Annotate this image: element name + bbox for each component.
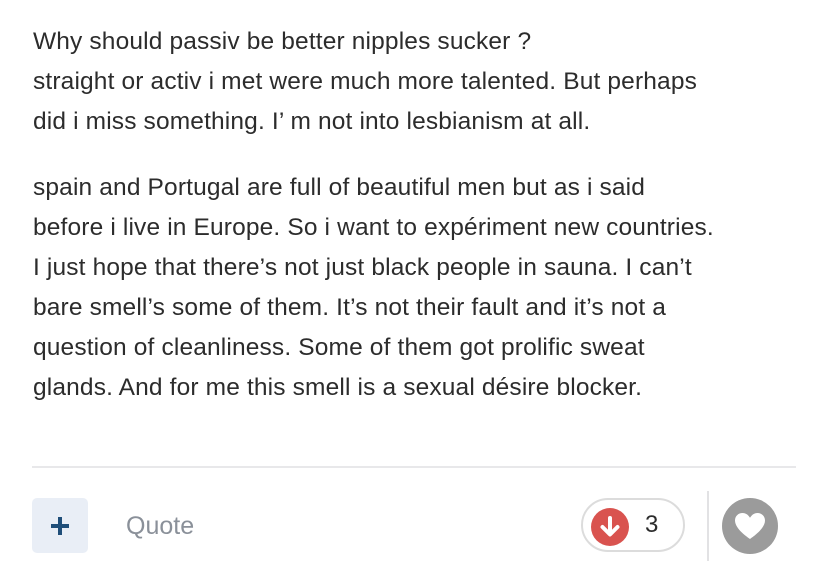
action-divider: [707, 491, 709, 561]
post-line: before i live in Europe. So i want to ex…: [33, 214, 714, 241]
post-line: spain and Portugal are full of beautiful…: [33, 174, 646, 201]
like-button[interactable]: [722, 498, 778, 554]
reaction-summary[interactable]: 3: [581, 498, 685, 552]
post-line: did i miss something. I’ m not into lesb…: [33, 108, 591, 135]
heart-icon: [735, 513, 765, 539]
post-line: I just hope that there’s not just black …: [33, 254, 692, 281]
plus-icon: [51, 516, 69, 535]
multi-quote-button[interactable]: [32, 498, 88, 553]
post-paragraph-1: Why should passiv be better nipples suck…: [33, 22, 803, 142]
post-footer-divider: [32, 466, 796, 468]
post-line: bare smell’s some of them. It’s not thei…: [33, 294, 667, 321]
quote-button[interactable]: Quote: [126, 508, 194, 544]
post-line: glands. And for me this smell is a sexua…: [33, 374, 643, 401]
post-line: Why should passiv be better nipples suck…: [33, 28, 532, 55]
arrow-down-icon: [591, 508, 629, 546]
reaction-count: 3: [645, 511, 659, 538]
post-content: Why should passiv be better nipples suck…: [33, 22, 803, 408]
post-line: straight or activ i met were much more t…: [33, 68, 697, 95]
forum-post: Why should passiv be better nipples suck…: [0, 0, 827, 576]
post-line: question of cleanliness. Some of them go…: [33, 334, 645, 361]
post-paragraph-2: spain and Portugal are full of beautiful…: [33, 168, 803, 408]
